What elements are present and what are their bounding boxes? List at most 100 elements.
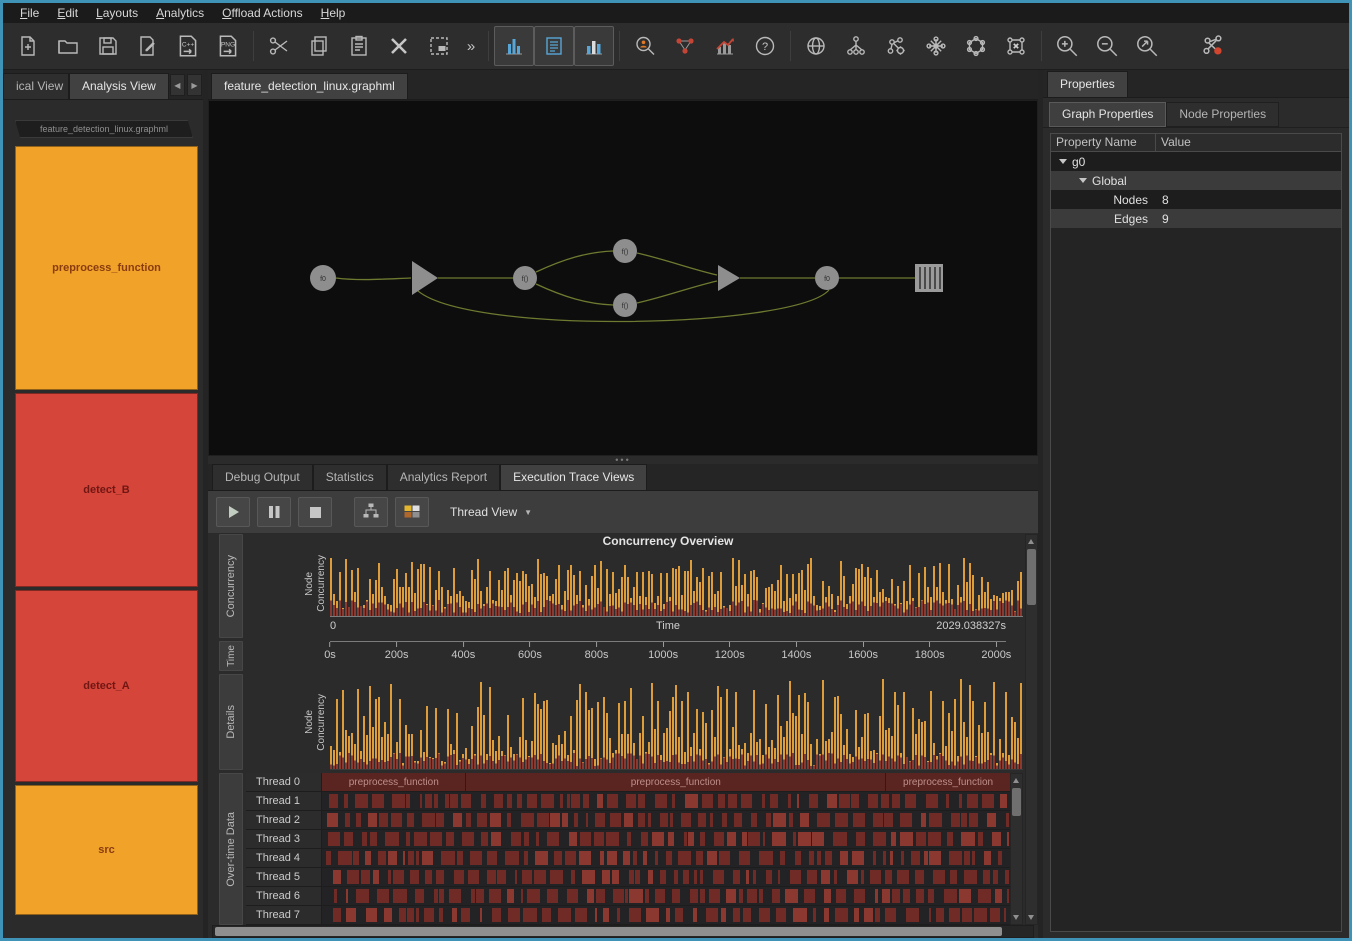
topology-ring-button[interactable] bbox=[956, 26, 996, 66]
scroll-down-icon[interactable] bbox=[1026, 911, 1037, 924]
pause-button[interactable] bbox=[257, 497, 291, 527]
thread-0-track[interactable]: preprocess_function preprocess_function … bbox=[322, 773, 1010, 791]
column-header-value[interactable]: Value bbox=[1156, 134, 1341, 151]
treemap-block-detect-a[interactable]: detect_A bbox=[15, 590, 198, 782]
details-concurrency-chart[interactable]: Node Concurrency bbox=[246, 674, 1023, 770]
table-row-g0[interactable]: g0 bbox=[1051, 152, 1341, 171]
toolbar-overflow-button[interactable]: » bbox=[459, 26, 483, 66]
scroll-thumb[interactable] bbox=[1012, 788, 1021, 816]
thread-track[interactable] bbox=[322, 811, 1010, 829]
thread-row-2[interactable]: Thread 2 bbox=[246, 811, 1010, 830]
topology-globe-button[interactable] bbox=[796, 26, 836, 66]
topology-mesh-button[interactable] bbox=[916, 26, 956, 66]
save-graph-button[interactable] bbox=[88, 26, 128, 66]
cut-button[interactable] bbox=[259, 26, 299, 66]
tab-analysis-view[interactable]: Analysis View bbox=[69, 73, 169, 99]
report-view-button[interactable] bbox=[534, 26, 574, 66]
scroll-up-icon[interactable] bbox=[1026, 535, 1037, 548]
tab-scroll-left-button[interactable]: ◀ bbox=[170, 74, 185, 96]
time-axis[interactable]: 0s200s400s600s800s1000s1200s1400s1600s18… bbox=[330, 641, 1006, 671]
find-node-button[interactable] bbox=[625, 26, 665, 66]
horizontal-scrollbar[interactable] bbox=[212, 925, 1034, 938]
thread-row-4[interactable]: Thread 4 bbox=[246, 849, 1010, 868]
task-span[interactable]: preprocess_function bbox=[322, 773, 466, 791]
concurrency-overview-chart[interactable]: Concurrency Overview Node Concurrency 0 … bbox=[246, 534, 1023, 638]
tab-statistics[interactable]: Statistics bbox=[313, 464, 387, 490]
help-button[interactable]: ? bbox=[745, 26, 785, 66]
graph-canvas[interactable]: f0 f() f() f() f0 bbox=[208, 100, 1038, 456]
zoom-fit-button[interactable] bbox=[1127, 26, 1167, 66]
column-header-property-name[interactable]: Property Name bbox=[1051, 134, 1156, 151]
scroll-down-icon[interactable] bbox=[1011, 911, 1022, 924]
table-row-nodes[interactable]: Nodes 8 bbox=[1051, 190, 1341, 209]
export-cpp-button[interactable]: C++ bbox=[168, 26, 208, 66]
thread-row-7[interactable]: Thread 7 bbox=[246, 906, 1010, 925]
treemap-block-preprocess-function[interactable]: preprocess_function bbox=[15, 146, 198, 390]
expander-icon[interactable] bbox=[1079, 178, 1087, 183]
thread-track[interactable] bbox=[322, 906, 1010, 924]
menu-analytics[interactable]: Analytics bbox=[147, 4, 213, 22]
section-details[interactable]: Details bbox=[219, 674, 243, 770]
trace-scrollbar[interactable] bbox=[1025, 534, 1038, 925]
horizontal-splitter[interactable]: ••• bbox=[208, 456, 1038, 464]
section-concurrency[interactable]: Concurrency bbox=[219, 534, 243, 638]
view-mode-select[interactable]: Thread View ▼ bbox=[450, 505, 532, 519]
export-png-button[interactable]: PNG bbox=[208, 26, 248, 66]
tab-node-properties[interactable]: Node Properties bbox=[1166, 102, 1279, 127]
task-span[interactable]: preprocess_function bbox=[886, 773, 1010, 791]
tab-feature-detection-graphml[interactable]: feature_detection_linux.graphml bbox=[211, 73, 408, 99]
graph-split-button[interactable] bbox=[996, 26, 1036, 66]
tab-analytics-report[interactable]: Analytics Report bbox=[387, 464, 500, 490]
tab-graph-properties[interactable]: Graph Properties bbox=[1049, 102, 1166, 127]
delete-button[interactable] bbox=[379, 26, 419, 66]
treemap-file-header[interactable]: feature_detection_linux.graphml bbox=[15, 120, 193, 138]
timeline-legend-button[interactable] bbox=[395, 497, 429, 527]
thread-track[interactable] bbox=[322, 792, 1010, 810]
play-button[interactable] bbox=[216, 497, 250, 527]
task-span[interactable]: preprocess_function bbox=[466, 773, 886, 791]
menu-edit[interactable]: Edit bbox=[48, 4, 87, 22]
topology-gear-button[interactable] bbox=[876, 26, 916, 66]
histogram-view-button[interactable] bbox=[494, 26, 534, 66]
zoom-out-button[interactable] bbox=[1087, 26, 1127, 66]
table-row-edges[interactable]: Edges 9 bbox=[1051, 209, 1341, 228]
topology-tree-button[interactable] bbox=[836, 26, 876, 66]
scroll-up-icon[interactable] bbox=[1011, 774, 1022, 787]
graph-node-queue[interactable] bbox=[915, 264, 943, 292]
menu-help[interactable]: Help bbox=[312, 4, 355, 22]
scroll-thumb[interactable] bbox=[215, 927, 1002, 936]
thread-row-1[interactable]: Thread 1 bbox=[246, 792, 1010, 811]
tab-execution-trace-views[interactable]: Execution Trace Views bbox=[500, 464, 647, 490]
zoom-in-button[interactable] bbox=[1047, 26, 1087, 66]
tab-properties[interactable]: Properties bbox=[1047, 71, 1128, 97]
critical-path-button[interactable] bbox=[665, 26, 705, 66]
thread-track[interactable] bbox=[322, 830, 1010, 848]
menu-offload-actions[interactable]: Offload Actions bbox=[213, 4, 312, 22]
edit-graph-button[interactable] bbox=[128, 26, 168, 66]
stop-button[interactable] bbox=[298, 497, 332, 527]
section-time[interactable]: Time bbox=[219, 641, 243, 671]
concurrency-bars[interactable] bbox=[330, 550, 1023, 617]
scroll-thumb[interactable] bbox=[1027, 549, 1036, 605]
thread-row-6[interactable]: Thread 6 bbox=[246, 887, 1010, 906]
thread-track[interactable] bbox=[322, 868, 1010, 886]
copy-button[interactable] bbox=[299, 26, 339, 66]
open-graph-button[interactable] bbox=[48, 26, 88, 66]
menu-file[interactable]: File bbox=[11, 4, 48, 22]
thread-track[interactable] bbox=[322, 887, 1010, 905]
new-graph-button[interactable] bbox=[8, 26, 48, 66]
graph-node-join[interactable] bbox=[718, 265, 740, 291]
performance-analysis-button[interactable] bbox=[705, 26, 745, 66]
thread-track[interactable] bbox=[322, 849, 1010, 867]
menu-layouts[interactable]: Layouts bbox=[87, 4, 147, 22]
chart-view-button[interactable] bbox=[574, 26, 614, 66]
graph-node-buffer[interactable] bbox=[412, 261, 438, 295]
section-overtime-data[interactable]: Over-time Data bbox=[219, 773, 243, 925]
details-bars[interactable] bbox=[330, 674, 1023, 770]
offload-graph-button[interactable] bbox=[1193, 26, 1233, 66]
expander-icon[interactable] bbox=[1059, 159, 1067, 164]
select-region-button[interactable] bbox=[419, 26, 459, 66]
thread-row-3[interactable]: Thread 3 bbox=[246, 830, 1010, 849]
tab-scroll-right-button[interactable]: ▶ bbox=[187, 74, 202, 96]
tab-debug-output[interactable]: Debug Output bbox=[212, 464, 313, 490]
